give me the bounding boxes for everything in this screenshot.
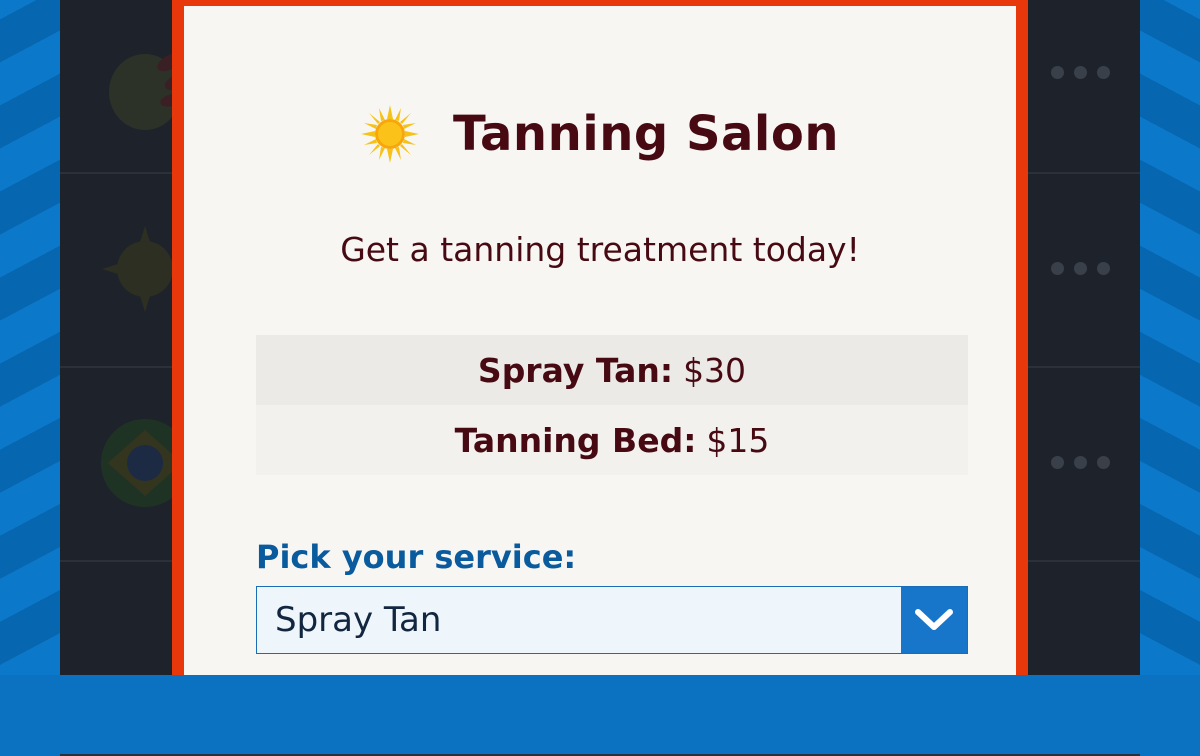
price-table: Spray Tan: $30 Tanning Bed: $15	[256, 335, 968, 475]
price-value: $15	[706, 420, 770, 460]
chevron-down-icon	[915, 609, 953, 630]
tanning-salon-modal: Tanning Salon Get a tanning treatment to…	[172, 0, 1028, 675]
sun-icon	[360, 105, 419, 163]
price-value: $30	[683, 350, 747, 390]
price-label: Tanning Bed:	[454, 420, 697, 460]
service-dropdown-value[interactable]: Spray Tan	[257, 600, 901, 640]
background-sunburst-left	[0, 0, 62, 675]
dropdown-toggle-button[interactable]	[901, 587, 967, 653]
more-options-icon	[1051, 262, 1110, 275]
modal-content: Tanning Salon Get a tanning treatment to…	[184, 6, 1016, 675]
more-options-icon	[1051, 456, 1110, 469]
price-label: Spray Tan:	[477, 350, 674, 390]
price-row-tanning-bed: Tanning Bed: $15	[256, 405, 968, 475]
price-row-spray-tan: Spray Tan: $30	[256, 335, 968, 405]
background-sunburst-right	[1138, 0, 1200, 675]
service-dropdown[interactable]: Spray Tan	[256, 586, 968, 654]
service-prompt-label: Pick your service:	[256, 538, 577, 576]
modal-header: Tanning Salon	[184, 94, 1016, 174]
more-options-icon	[1051, 66, 1110, 79]
modal-subtitle: Get a tanning treatment today!	[340, 230, 860, 269]
modal-title: Tanning Salon	[452, 106, 840, 162]
